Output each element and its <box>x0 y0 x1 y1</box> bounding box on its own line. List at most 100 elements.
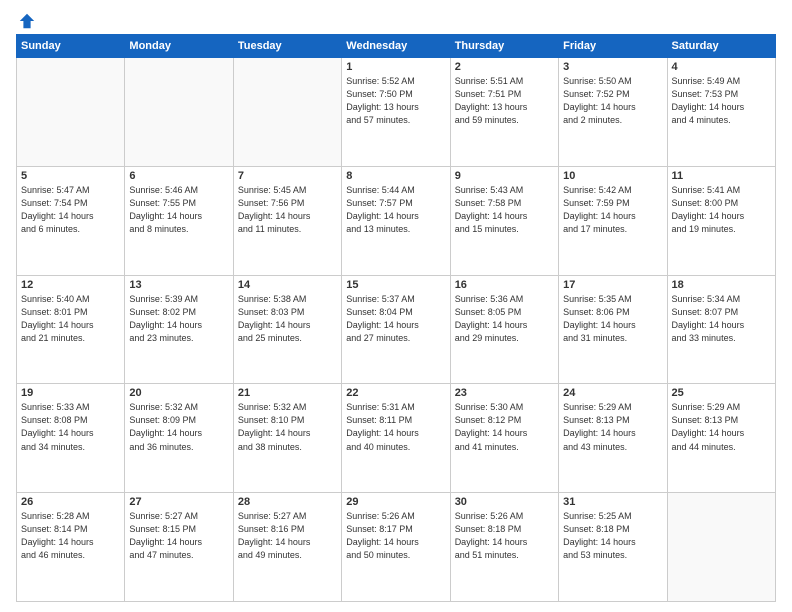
day-info: Sunrise: 5:40 AMSunset: 8:01 PMDaylight:… <box>21 293 120 345</box>
calendar-cell: 2 Sunrise: 5:51 AMSunset: 7:51 PMDaylight… <box>450 58 558 167</box>
calendar-cell: 18 Sunrise: 5:34 AMSunset: 8:07 PMDayligh… <box>667 275 775 384</box>
calendar-cell: 3 Sunrise: 5:50 AMSunset: 7:52 PMDaylight… <box>559 58 667 167</box>
week-row-4: 26 Sunrise: 5:28 AMSunset: 8:14 PMDayligh… <box>17 493 776 602</box>
day-number: 8 <box>346 170 445 182</box>
logo-text <box>16 12 36 30</box>
day-info: Sunrise: 5:26 AMSunset: 8:18 PMDaylight:… <box>455 510 554 562</box>
day-number: 9 <box>455 170 554 182</box>
day-info: Sunrise: 5:27 AMSunset: 8:15 PMDaylight:… <box>129 510 228 562</box>
day-info: Sunrise: 5:49 AMSunset: 7:53 PMDaylight:… <box>672 75 771 127</box>
day-number: 5 <box>21 170 120 182</box>
day-info: Sunrise: 5:37 AMSunset: 8:04 PMDaylight:… <box>346 293 445 345</box>
day-info: Sunrise: 5:25 AMSunset: 8:18 PMDaylight:… <box>563 510 662 562</box>
weekday-header-thursday: Thursday <box>450 35 558 58</box>
day-number: 13 <box>129 279 228 291</box>
day-number: 31 <box>563 496 662 508</box>
calendar-cell: 29 Sunrise: 5:26 AMSunset: 8:17 PMDayligh… <box>342 493 450 602</box>
day-number: 18 <box>672 279 771 291</box>
calendar-cell: 26 Sunrise: 5:28 AMSunset: 8:14 PMDayligh… <box>17 493 125 602</box>
day-info: Sunrise: 5:39 AMSunset: 8:02 PMDaylight:… <box>129 293 228 345</box>
calendar-cell <box>233 58 341 167</box>
day-number: 16 <box>455 279 554 291</box>
day-number: 14 <box>238 279 337 291</box>
weekday-header-sunday: Sunday <box>17 35 125 58</box>
day-info: Sunrise: 5:42 AMSunset: 7:59 PMDaylight:… <box>563 184 662 236</box>
day-info: Sunrise: 5:38 AMSunset: 8:03 PMDaylight:… <box>238 293 337 345</box>
day-info: Sunrise: 5:28 AMSunset: 8:14 PMDaylight:… <box>21 510 120 562</box>
day-number: 10 <box>563 170 662 182</box>
calendar-cell: 19 Sunrise: 5:33 AMSunset: 8:08 PMDayligh… <box>17 384 125 493</box>
calendar-cell: 20Sunrise: 5:32 AMSunset: 8:09 PMDayligh… <box>125 384 233 493</box>
day-info: Sunrise: 5:26 AMSunset: 8:17 PMDaylight:… <box>346 510 445 562</box>
day-number: 17 <box>563 279 662 291</box>
weekday-header-saturday: Saturday <box>667 35 775 58</box>
day-info: Sunrise: 5:35 AMSunset: 8:06 PMDaylight:… <box>563 293 662 345</box>
weekday-header-wednesday: Wednesday <box>342 35 450 58</box>
calendar-cell: 13 Sunrise: 5:39 AMSunset: 8:02 PMDayligh… <box>125 275 233 384</box>
day-info: Sunrise: 5:46 AMSunset: 7:55 PMDaylight:… <box>129 184 228 236</box>
day-number: 20 <box>129 387 228 399</box>
week-row-3: 19 Sunrise: 5:33 AMSunset: 8:08 PMDayligh… <box>17 384 776 493</box>
calendar-cell: 8 Sunrise: 5:44 AMSunset: 7:57 PMDaylight… <box>342 166 450 275</box>
day-number: 29 <box>346 496 445 508</box>
day-info: Sunrise: 5:36 AMSunset: 8:05 PMDaylight:… <box>455 293 554 345</box>
week-row-2: 12 Sunrise: 5:40 AMSunset: 8:01 PMDayligh… <box>17 275 776 384</box>
calendar-cell <box>125 58 233 167</box>
day-info: Sunrise: 5:51 AMSunset: 7:51 PMDaylight:… <box>455 75 554 127</box>
day-info: Sunrise: 5:47 AMSunset: 7:54 PMDaylight:… <box>21 184 120 236</box>
day-info: Sunrise: 5:27 AMSunset: 8:16 PMDaylight:… <box>238 510 337 562</box>
day-info: Sunrise: 5:43 AMSunset: 7:58 PMDaylight:… <box>455 184 554 236</box>
calendar-cell: 17 Sunrise: 5:35 AMSunset: 8:06 PMDayligh… <box>559 275 667 384</box>
calendar-cell: 21Sunrise: 5:32 AMSunset: 8:10 PMDayligh… <box>233 384 341 493</box>
calendar-cell: 10 Sunrise: 5:42 AMSunset: 7:59 PMDayligh… <box>559 166 667 275</box>
calendar-cell: 15 Sunrise: 5:37 AMSunset: 8:04 PMDayligh… <box>342 275 450 384</box>
day-number: 4 <box>672 61 771 73</box>
calendar-cell: 28 Sunrise: 5:27 AMSunset: 8:16 PMDayligh… <box>233 493 341 602</box>
page: SundayMondayTuesdayWednesdayThursdayFrid… <box>0 0 792 612</box>
calendar-cell: 30Sunrise: 5:26 AMSunset: 8:18 PMDayligh… <box>450 493 558 602</box>
calendar-cell: 6 Sunrise: 5:46 AMSunset: 7:55 PMDaylight… <box>125 166 233 275</box>
day-number: 24 <box>563 387 662 399</box>
calendar-cell: 12 Sunrise: 5:40 AMSunset: 8:01 PMDayligh… <box>17 275 125 384</box>
day-info: Sunrise: 5:45 AMSunset: 7:56 PMDaylight:… <box>238 184 337 236</box>
calendar-cell: 14 Sunrise: 5:38 AMSunset: 8:03 PMDayligh… <box>233 275 341 384</box>
week-row-1: 5 Sunrise: 5:47 AMSunset: 7:54 PMDaylight… <box>17 166 776 275</box>
calendar-table: SundayMondayTuesdayWednesdayThursdayFrid… <box>16 34 776 602</box>
day-info: Sunrise: 5:33 AMSunset: 8:08 PMDaylight:… <box>21 401 120 453</box>
calendar-cell: 7 Sunrise: 5:45 AMSunset: 7:56 PMDaylight… <box>233 166 341 275</box>
day-info: Sunrise: 5:34 AMSunset: 8:07 PMDaylight:… <box>672 293 771 345</box>
day-info: Sunrise: 5:44 AMSunset: 7:57 PMDaylight:… <box>346 184 445 236</box>
calendar-cell <box>667 493 775 602</box>
day-number: 6 <box>129 170 228 182</box>
day-info: Sunrise: 5:50 AMSunset: 7:52 PMDaylight:… <box>563 75 662 127</box>
calendar-cell: 4 Sunrise: 5:49 AMSunset: 7:53 PMDaylight… <box>667 58 775 167</box>
weekday-header-tuesday: Tuesday <box>233 35 341 58</box>
calendar-cell: 11Sunrise: 5:41 AMSunset: 8:00 PMDayligh… <box>667 166 775 275</box>
logo-icon <box>18 12 36 30</box>
day-number: 19 <box>21 387 120 399</box>
day-number: 28 <box>238 496 337 508</box>
day-info: Sunrise: 5:31 AMSunset: 8:11 PMDaylight:… <box>346 401 445 453</box>
day-info: Sunrise: 5:30 AMSunset: 8:12 PMDaylight:… <box>455 401 554 453</box>
calendar-cell: 22Sunrise: 5:31 AMSunset: 8:11 PMDayligh… <box>342 384 450 493</box>
day-number: 1 <box>346 61 445 73</box>
calendar-cell: 16 Sunrise: 5:36 AMSunset: 8:05 PMDayligh… <box>450 275 558 384</box>
calendar-cell: 1Sunrise: 5:52 AMSunset: 7:50 PMDaylight… <box>342 58 450 167</box>
logo <box>16 12 36 28</box>
calendar-cell: 23 Sunrise: 5:30 AMSunset: 8:12 PMDayligh… <box>450 384 558 493</box>
calendar-cell: 9 Sunrise: 5:43 AMSunset: 7:58 PMDaylight… <box>450 166 558 275</box>
day-number: 23 <box>455 387 554 399</box>
day-number: 2 <box>455 61 554 73</box>
calendar-cell: 25Sunrise: 5:29 AMSunset: 8:13 PMDayligh… <box>667 384 775 493</box>
calendar-cell <box>17 58 125 167</box>
day-number: 26 <box>21 496 120 508</box>
day-number: 11 <box>672 170 771 182</box>
calendar-cell: 5 Sunrise: 5:47 AMSunset: 7:54 PMDaylight… <box>17 166 125 275</box>
weekday-header-friday: Friday <box>559 35 667 58</box>
day-number: 7 <box>238 170 337 182</box>
day-number: 3 <box>563 61 662 73</box>
calendar-cell: 24Sunrise: 5:29 AMSunset: 8:13 PMDayligh… <box>559 384 667 493</box>
day-number: 25 <box>672 387 771 399</box>
day-number: 12 <box>21 279 120 291</box>
day-number: 15 <box>346 279 445 291</box>
